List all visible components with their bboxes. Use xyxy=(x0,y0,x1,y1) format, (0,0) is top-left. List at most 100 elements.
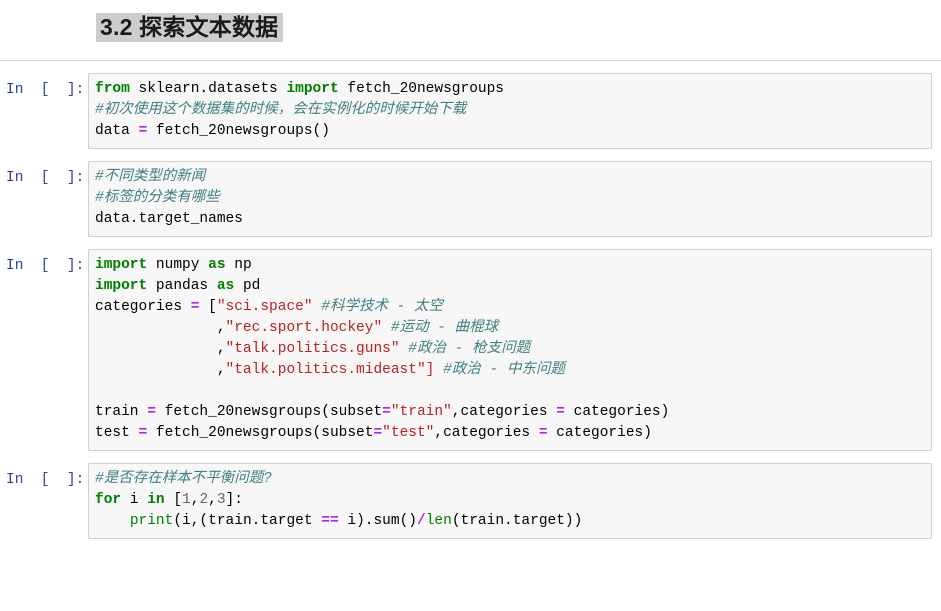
code-token: i).sum() xyxy=(338,512,417,529)
code-token: fetch_20newsgroups xyxy=(147,424,313,441)
code-token: "sci.space" xyxy=(216,298,313,315)
code-token: i xyxy=(121,491,148,508)
code-input-area[interactable]: import numpy as np import pandas as pd c… xyxy=(88,248,932,451)
code-token: "train" xyxy=(390,403,452,420)
code-source[interactable]: #是否存在样本不平衡问题? for i in [1,2,3]: print(i,… xyxy=(95,469,925,532)
code-token: subset xyxy=(321,424,374,441)
code-token: #不同类型的新闻 xyxy=(95,168,206,185)
code-token: train xyxy=(95,403,148,420)
code-token: [ xyxy=(199,298,217,315)
code-token: ]: xyxy=(225,491,243,508)
code-token: = xyxy=(382,403,391,420)
code-token: 3 xyxy=(216,491,226,508)
code-token: "rec.sport.hockey" xyxy=(225,319,383,336)
code-token: import xyxy=(286,80,339,97)
code-source[interactable]: import numpy as np import pandas as pd c… xyxy=(95,255,925,444)
code-token: ) xyxy=(643,424,652,441)
page-title: 3.2 探索文本数据 xyxy=(0,10,941,45)
code-token: 1 xyxy=(182,491,191,508)
code-token: pd xyxy=(234,277,261,294)
code-cell[interactable]: In [ ]: import numpy as np import pandas … xyxy=(0,237,941,451)
cell-execution-prompt: In [ ]: xyxy=(6,169,85,186)
code-token: #政治 - 枪支问题 xyxy=(408,340,531,357)
code-token: / xyxy=(417,512,426,529)
code-token: categories xyxy=(460,403,557,420)
code-token: sklearn.datasets xyxy=(129,80,287,97)
code-token: 2 xyxy=(199,491,209,508)
code-token: fetch_20newsgroups xyxy=(338,80,504,97)
code-token: () xyxy=(312,122,330,139)
code-token: for xyxy=(95,491,122,508)
code-cell[interactable]: In [ ]: #不同类型的新闻 #标签的分类有哪些 data.target_na… xyxy=(0,149,941,237)
code-token: print xyxy=(129,512,174,529)
code-token: categories xyxy=(443,424,539,441)
code-token: as xyxy=(216,277,235,294)
notebook-container: 3.2 探索文本数据 In [ ]: from sklearn.datasets … xyxy=(0,0,941,611)
code-token: (train.target)) xyxy=(451,512,583,529)
code-token: import xyxy=(95,256,148,273)
code-token: , xyxy=(451,403,461,420)
code-token: = xyxy=(538,424,548,441)
code-token: import xyxy=(95,277,148,294)
code-token: #运动 - 曲棍球 xyxy=(390,319,499,336)
code-token: [ xyxy=(164,491,183,508)
markdown-cell-heading[interactable]: 3.2 探索文本数据 xyxy=(0,0,941,51)
code-cell[interactable]: In [ ]: from sklearn.datasets import fetc… xyxy=(0,61,941,149)
code-token: data xyxy=(95,122,139,139)
code-token: from xyxy=(95,80,130,97)
code-token: categories xyxy=(547,424,644,441)
code-token: categories xyxy=(564,403,661,420)
code-token: in xyxy=(147,491,165,508)
code-token: len xyxy=(425,512,452,529)
code-token: fetch_20newsgroups xyxy=(155,403,322,420)
code-token: "test" xyxy=(382,424,435,441)
code-token: ( xyxy=(312,424,322,441)
code-cells-list: In [ ]: from sklearn.datasets import fetc… xyxy=(0,61,941,539)
code-input-area[interactable]: from sklearn.datasets import fetch_20new… xyxy=(88,72,932,149)
code-token: test xyxy=(95,424,139,441)
cell-execution-prompt: In [ ]: xyxy=(6,471,85,488)
code-token: = xyxy=(138,424,148,441)
code-token: == xyxy=(321,512,339,529)
code-token: = xyxy=(373,424,383,441)
code-token: np xyxy=(225,256,252,273)
code-token: subset xyxy=(329,403,383,420)
code-token: fetch_20newsgroups xyxy=(147,122,313,139)
code-token: "talk.politics.guns" xyxy=(225,340,400,357)
code-source[interactable]: from sklearn.datasets import fetch_20new… xyxy=(95,79,925,142)
code-source[interactable]: #不同类型的新闻 #标签的分类有哪些 data.target_names xyxy=(95,167,925,230)
code-token: as xyxy=(208,256,226,273)
code-token: ) xyxy=(660,403,670,420)
code-token: #标签的分类有哪些 xyxy=(95,189,220,206)
code-token: = xyxy=(138,122,148,139)
code-token: #政治 - 中东问题 xyxy=(443,361,565,378)
code-token: = xyxy=(556,403,565,420)
code-token: data.target_names xyxy=(95,210,243,227)
code-token: "talk.politics.mideast"] xyxy=(225,361,435,378)
cell-execution-prompt: In [ ]: xyxy=(6,257,85,274)
code-token: , xyxy=(434,424,444,441)
code-token: #是否存在样本不平衡问题? xyxy=(95,470,272,487)
code-token: categories xyxy=(95,298,191,315)
code-token: numpy xyxy=(147,256,209,273)
code-token: #科学技术 - 太空 xyxy=(321,298,444,315)
code-token: , xyxy=(95,319,226,336)
code-token: (i,(train.target xyxy=(173,512,322,529)
page-title-text: 3.2 探索文本数据 xyxy=(96,13,284,42)
code-token: = xyxy=(147,403,156,420)
code-input-area[interactable]: #不同类型的新闻 #标签的分类有哪些 data.target_names xyxy=(88,160,932,237)
cell-execution-prompt: In [ ]: xyxy=(6,81,85,98)
code-token: #初次使用这个数据集的时候，会在实例化的时候开始下载 xyxy=(95,101,467,118)
code-token: , xyxy=(95,361,226,378)
code-cell[interactable]: In [ ]: #是否存在样本不平衡问题? for i in [1,2,3]: p… xyxy=(0,451,941,539)
code-token: , xyxy=(95,340,226,357)
code-input-area[interactable]: #是否存在样本不平衡问题? for i in [1,2,3]: print(i,… xyxy=(88,462,932,539)
code-token: , xyxy=(208,491,217,508)
code-token: pandas xyxy=(147,277,217,294)
code-token: ( xyxy=(321,403,330,420)
